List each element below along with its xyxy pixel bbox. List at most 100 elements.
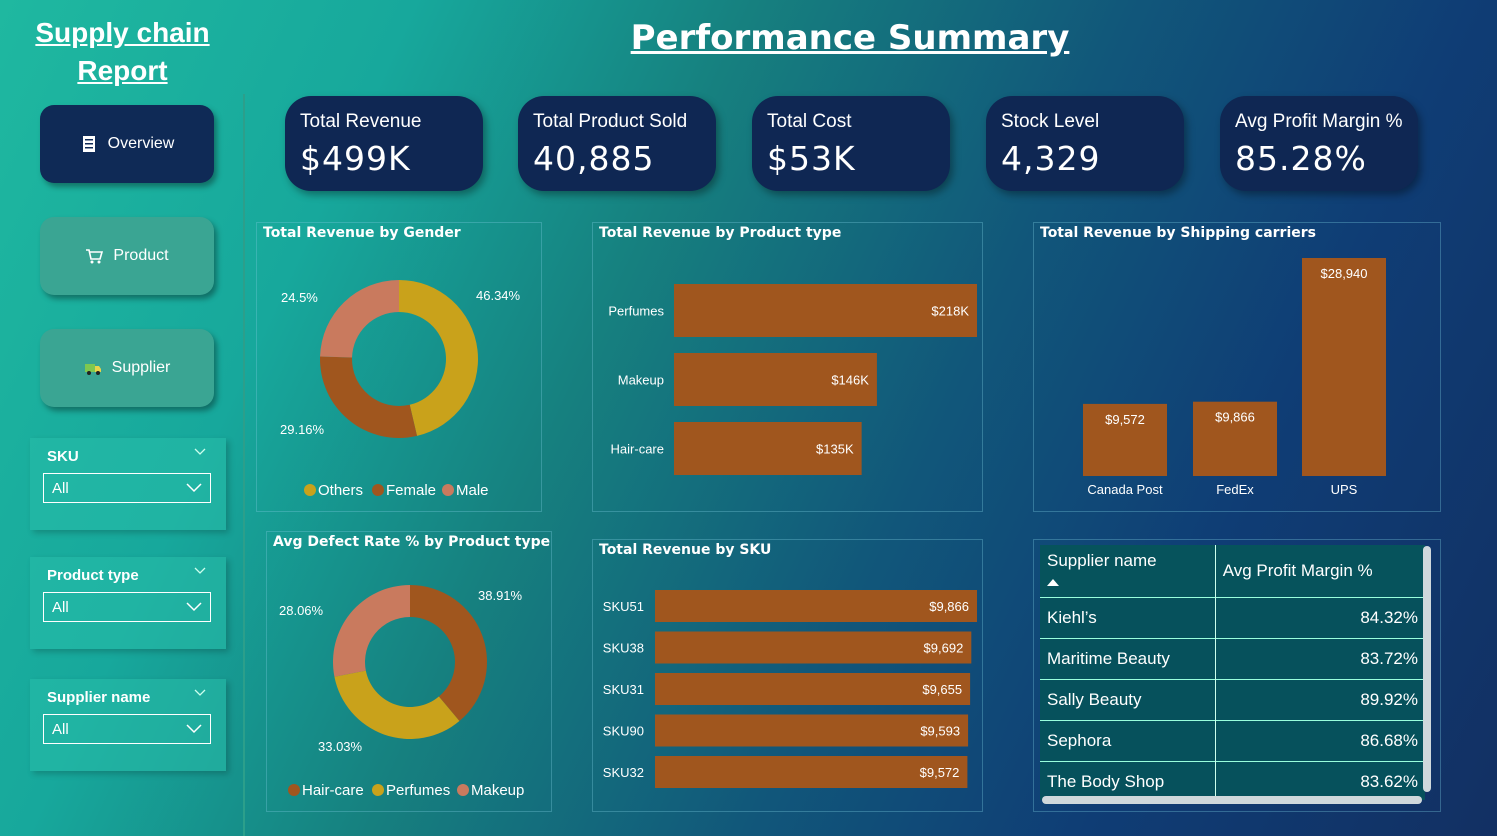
legend-label: Hair-care [302, 782, 364, 799]
kpi-total-cost: Total Cost $53K [752, 96, 950, 191]
chevron-down-icon[interactable] [194, 448, 206, 456]
horizontal-scrollbar[interactable] [1042, 796, 1422, 804]
supplier-name-cell: Sephora [1040, 719, 1216, 761]
supplier-name-dropdown-value: All [52, 720, 69, 738]
category-label: Hair-care [611, 442, 664, 457]
report-title: Supply chain Report [20, 14, 225, 90]
legend-label: Perfumes [386, 782, 450, 799]
kpi-total-product-sold: Total Product Sold 40,885 [518, 96, 716, 191]
table-row[interactable]: The Body Shop 83.62% [1040, 760, 1425, 800]
legend-marker [372, 484, 384, 496]
profit-margin-cell: 89.92% [1215, 678, 1425, 720]
kpi-label: Total Revenue [300, 111, 422, 132]
donut-slice-female [320, 356, 418, 438]
profit-margin-cell: 83.72% [1215, 637, 1425, 679]
category-label: FedEx [1216, 482, 1254, 497]
kpi-stock-level: Stock Level 4,329 [986, 96, 1184, 191]
profit-margin-cell: 83.62% [1215, 760, 1425, 800]
kpi-label: Total Cost [767, 111, 852, 132]
category-label: SKU32 [603, 765, 644, 780]
category-label: SKU38 [603, 641, 644, 656]
legend-marker [372, 784, 384, 796]
legend-marker [288, 784, 300, 796]
category-label: SKU51 [603, 599, 644, 614]
supplier-name-slicer-label: Supplier name [47, 689, 151, 706]
supplier-name-slicer: Supplier name All [30, 679, 226, 771]
table-row[interactable]: Sally Beauty 89.92% [1040, 678, 1425, 720]
column-header-supplier-name[interactable]: Supplier name [1040, 545, 1216, 597]
column-header-avg-profit-margin[interactable]: Avg Profit Margin % [1215, 545, 1425, 597]
data-label: $9,572 [1105, 412, 1145, 427]
supplier-name-dropdown[interactable]: All [43, 714, 211, 744]
chevron-down-icon [186, 483, 202, 493]
donut-slice-male [320, 280, 399, 358]
data-label: $9,593 [920, 724, 960, 739]
data-label: $9,572 [920, 765, 960, 780]
vertical-scrollbar[interactable] [1423, 546, 1431, 792]
sku-dropdown-value: All [52, 479, 69, 497]
sidebar-divider [243, 94, 245, 836]
document-icon [82, 136, 95, 152]
product-label: Product [113, 247, 169, 264]
kpi-value: $499K [300, 139, 411, 178]
data-label: $9,866 [929, 599, 969, 614]
legend-marker [457, 784, 469, 796]
category-label: SKU31 [603, 682, 644, 697]
kpi-value: 40,885 [533, 139, 655, 178]
category-label: Makeup [618, 373, 664, 388]
sku-slicer-label: SKU [47, 448, 79, 465]
overview-button[interactable]: Overview [40, 105, 214, 183]
chevron-down-icon [186, 602, 202, 612]
profit-margin-cell: 86.68% [1215, 719, 1425, 761]
data-label: 29.16% [280, 422, 325, 437]
category-label: UPS [1331, 482, 1358, 497]
overview-label: Overview [107, 135, 175, 152]
legend-label: Makeup [471, 782, 524, 799]
product-type-slicer-label: Product type [47, 567, 139, 584]
category-label: Canada Post [1087, 482, 1163, 497]
table-row[interactable]: Maritime Beauty 83.72% [1040, 637, 1425, 679]
data-label: 46.34% [476, 288, 521, 303]
product-type-chart-panel: Total Revenue by Product type Perfumes $2… [592, 222, 983, 512]
chart-title: Total Revenue by Shipping carriers [1040, 225, 1316, 241]
supplier-name-cell: The Body Shop [1040, 760, 1216, 800]
chart-title: Total Revenue by Product type [599, 225, 842, 241]
sku-dropdown[interactable]: All [43, 473, 211, 503]
data-label: 38.91% [478, 588, 523, 603]
sku-bar-chart: SKU51 $9,866 SKU38 $9,692 SKU31 $9,655 SKU90 $9… [603, 590, 977, 788]
bar-ups [1302, 258, 1386, 476]
page-title: Performance Summary [630, 18, 1070, 58]
supplier-name-cell: Maritime Beauty [1040, 637, 1216, 679]
table-row[interactable]: Kiehl’s 84.32% [1040, 596, 1425, 638]
chevron-down-icon[interactable] [194, 689, 206, 697]
product-type-dropdown-value: All [52, 598, 69, 616]
report-title-line2: Report [77, 55, 168, 86]
data-label: $9,866 [1215, 410, 1255, 425]
data-label: $146K [831, 373, 869, 388]
kpi-value: 85.28% [1235, 139, 1367, 178]
supplier-name-cell: Sally Beauty [1040, 678, 1216, 720]
shopping-cart-icon [86, 249, 104, 264]
data-label: $218K [931, 304, 969, 319]
legend-marker [304, 484, 316, 496]
data-label: 33.03% [318, 739, 363, 754]
carriers-bar-chart: $9,572 Canada Post $9,866 FedEx $28,940 UPS [1083, 258, 1386, 497]
kpi-label: Stock Level [1001, 111, 1100, 132]
category-label: SKU90 [603, 724, 644, 739]
product-button[interactable]: Product [40, 217, 214, 295]
gender-chart-panel: Total Revenue by Gender 46.34% 29.16% 24.5… [256, 222, 542, 512]
table-row[interactable]: Sephora 86.68% [1040, 719, 1425, 761]
profit-margin-cell: 84.32% [1215, 596, 1425, 638]
data-label: $135K [816, 442, 854, 457]
sku-chart-panel: Total Revenue by SKU SKU51 $9,866 SKU38 $9,… [592, 539, 983, 812]
report-title-line1: Supply chain [35, 17, 210, 48]
truck-icon [84, 364, 101, 375]
legend-label: Female [386, 482, 436, 499]
chevron-down-icon[interactable] [194, 567, 206, 575]
gender-donut-chart: 46.34% 29.16% 24.5% Others Female Male [280, 280, 521, 499]
data-label: $9,692 [924, 641, 964, 656]
supplier-button[interactable]: Supplier [40, 329, 214, 407]
product-type-dropdown[interactable]: All [43, 592, 211, 622]
product-type-slicer: Product type All [30, 557, 226, 649]
chevron-down-icon [186, 724, 202, 734]
